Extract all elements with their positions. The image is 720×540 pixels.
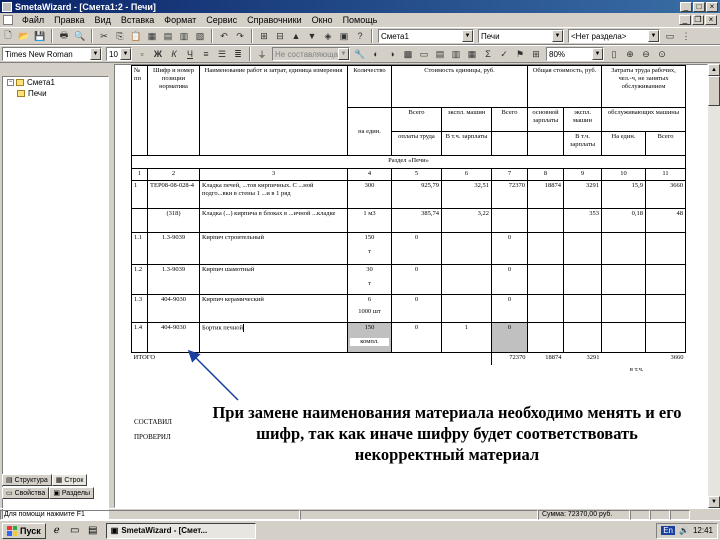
taskbar-item-label: SmetaWizard - [Смет... [121, 526, 208, 535]
vertical-scrollbar[interactable]: ▲ ▼ [708, 64, 720, 508]
taskbar-item-smetawizard[interactable]: ▣ SmetaWizard - [Смет... [105, 522, 256, 539]
windows-logo-icon [7, 525, 17, 536]
volume-icon[interactable]: 🔊 [679, 526, 689, 535]
scroll-down-icon[interactable]: ▼ [708, 496, 720, 508]
explorer-icon[interactable]: ▤ [86, 524, 100, 538]
annotation-caption: При замене наименования материала необхо… [212, 403, 682, 464]
status-sum: Сумма: 72370,00 руб. [538, 509, 630, 520]
status-empty [630, 509, 650, 520]
status-empty [300, 509, 538, 520]
status-empty [670, 509, 690, 520]
status-empty [650, 509, 670, 520]
start-label: Пуск [20, 525, 41, 536]
status-hint: Для помощи нажмите F1 [0, 509, 300, 520]
system-tray: En 🔊 12:41 [656, 522, 718, 539]
taskbar: Пуск ℯ ▭ ▤ ▣ SmetaWizard - [Смет... En 🔊… [0, 520, 720, 540]
status-bar: Для помощи нажмите F1 Сумма: 72370,00 ру… [0, 508, 720, 520]
scroll-thumb[interactable] [708, 76, 720, 106]
language-indicator[interactable]: En [661, 526, 675, 535]
app-small-icon: ▣ [110, 526, 119, 535]
internet-explorer-icon[interactable]: ℯ [50, 524, 64, 538]
clock: 12:41 [692, 526, 713, 535]
start-button[interactable]: Пуск [2, 522, 46, 539]
scroll-up-icon[interactable]: ▲ [708, 64, 720, 76]
desktop-icon[interactable]: ▭ [68, 524, 82, 538]
